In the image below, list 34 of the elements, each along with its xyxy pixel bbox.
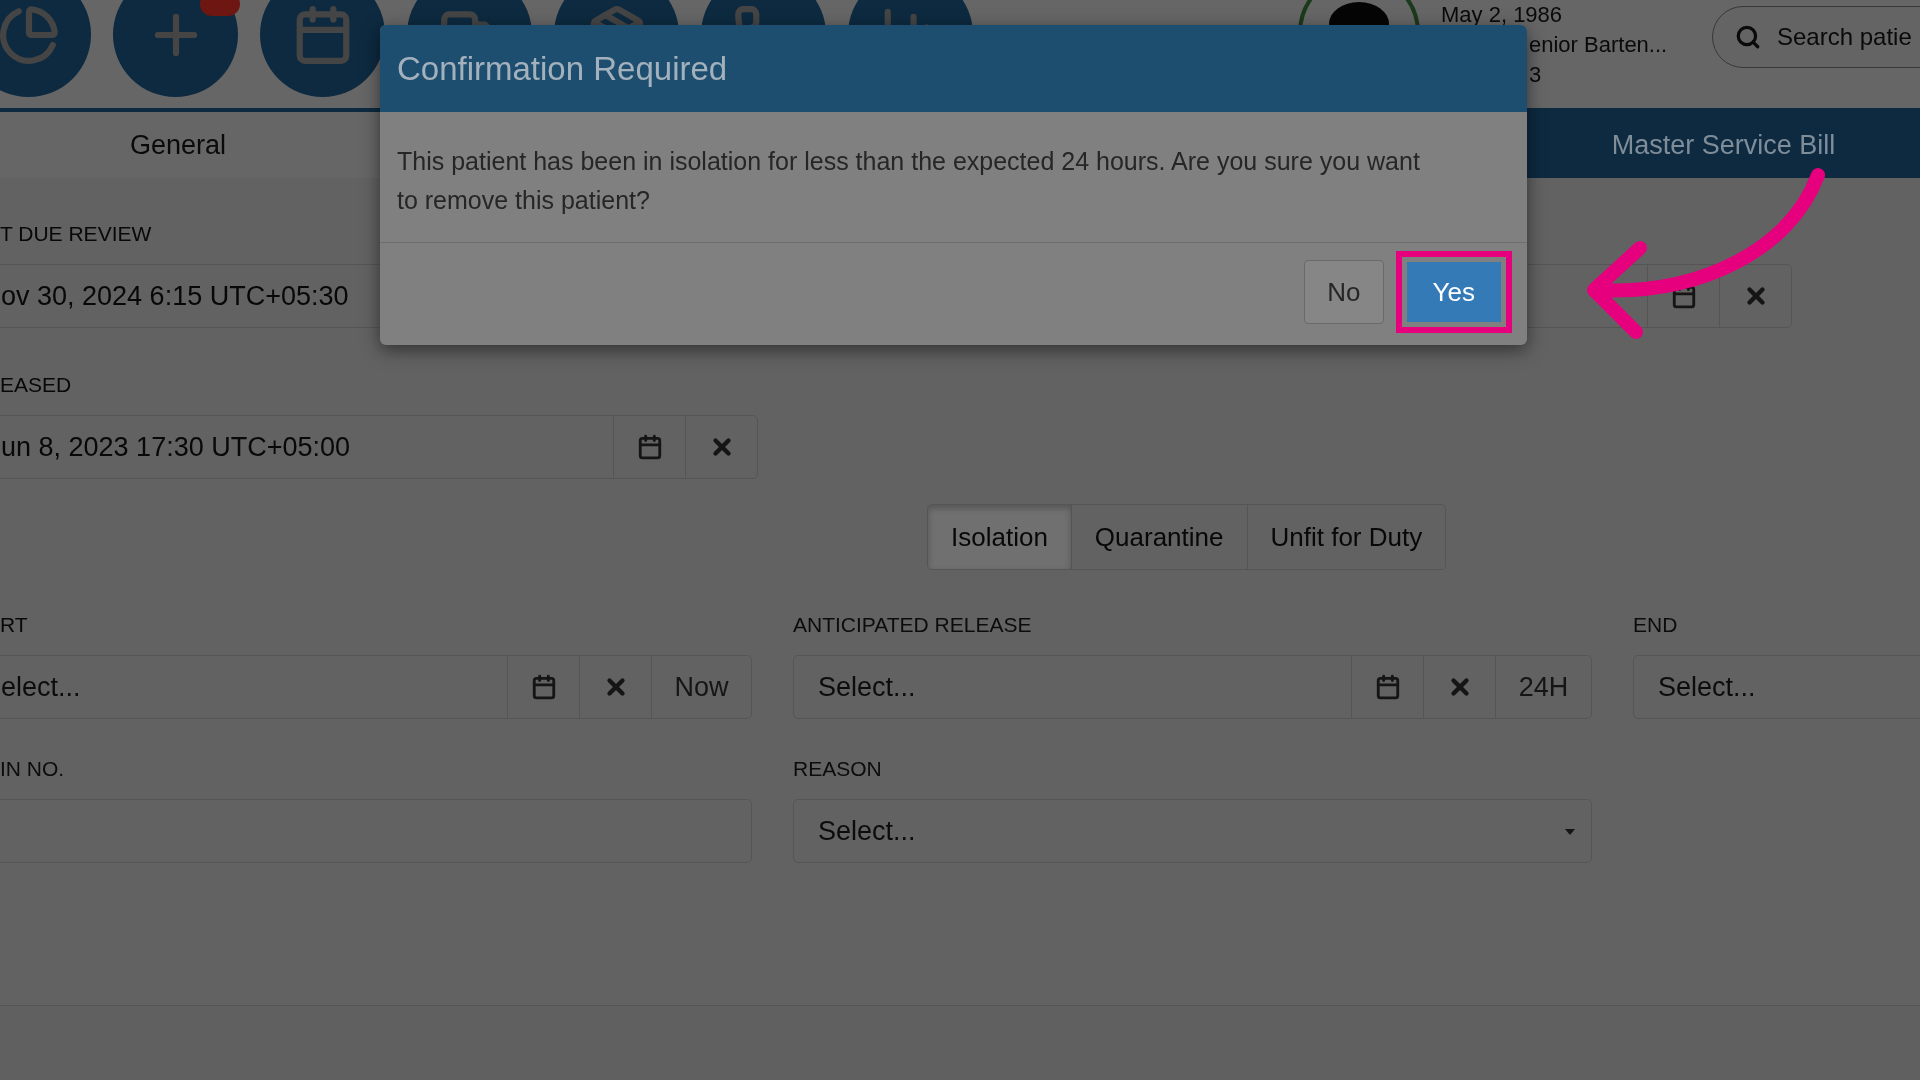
field-label: ANTICIPATED RELEASE bbox=[793, 615, 1033, 635]
tab[interactable]: Master Service Bill bbox=[1527, 112, 1920, 178]
patient-info: May 2, 1986 bbox=[1441, 1, 1564, 29]
dialog-title: Confirmation Required bbox=[397, 49, 728, 88]
search-field[interactable]: Search patie bbox=[1775, 22, 1920, 52]
field-label: T DUE REVIEW bbox=[0, 224, 153, 244]
field-label: RT bbox=[0, 615, 29, 635]
pie-chart-icon bbox=[0, 3, 60, 66]
calendar-icon bbox=[530, 674, 557, 700]
date-field[interactable]: Select... bbox=[1634, 656, 1920, 718]
24h-button[interactable]: 24H bbox=[1495, 656, 1591, 718]
calendar-icon bbox=[636, 434, 663, 460]
field-label: END bbox=[1633, 615, 1679, 635]
search-icon bbox=[1735, 24, 1761, 50]
date-field[interactable]: Select... 24H bbox=[793, 655, 1592, 719]
patient-info: 3 bbox=[1528, 61, 1543, 89]
date-field[interactable]: elect... Now bbox=[0, 655, 752, 719]
field-label: REASON bbox=[793, 759, 883, 779]
cancel-button[interactable]: No bbox=[1304, 260, 1384, 324]
patient-info: enior Barten... bbox=[1528, 31, 1668, 59]
now-button[interactable]: Now bbox=[651, 656, 751, 718]
toggle-button[interactable]: Unfit for Duty bbox=[1246, 505, 1446, 569]
search-box[interactable]: Search patie bbox=[1712, 6, 1920, 68]
field-label: EASED bbox=[0, 375, 73, 395]
date-field[interactable]: un 8, 2023 17:30 UTC+05:00 bbox=[0, 415, 758, 479]
field-label: IN NO. bbox=[0, 759, 66, 779]
confirm-button[interactable]: Yes bbox=[1395, 251, 1512, 333]
toggle-button[interactable]: Isolation bbox=[928, 505, 1071, 569]
tab[interactable]: General bbox=[0, 112, 356, 178]
date-input[interactable]: Select... bbox=[794, 656, 1351, 718]
calendar-icon bbox=[1374, 674, 1401, 700]
date-input[interactable]: elect... bbox=[0, 656, 507, 718]
dialog-message: This patient has been in isolation for less than the expected 24 hours. Are you sure you want to remove this patient? bbox=[380, 112, 1527, 243]
caret-icon bbox=[1565, 829, 1575, 835]
